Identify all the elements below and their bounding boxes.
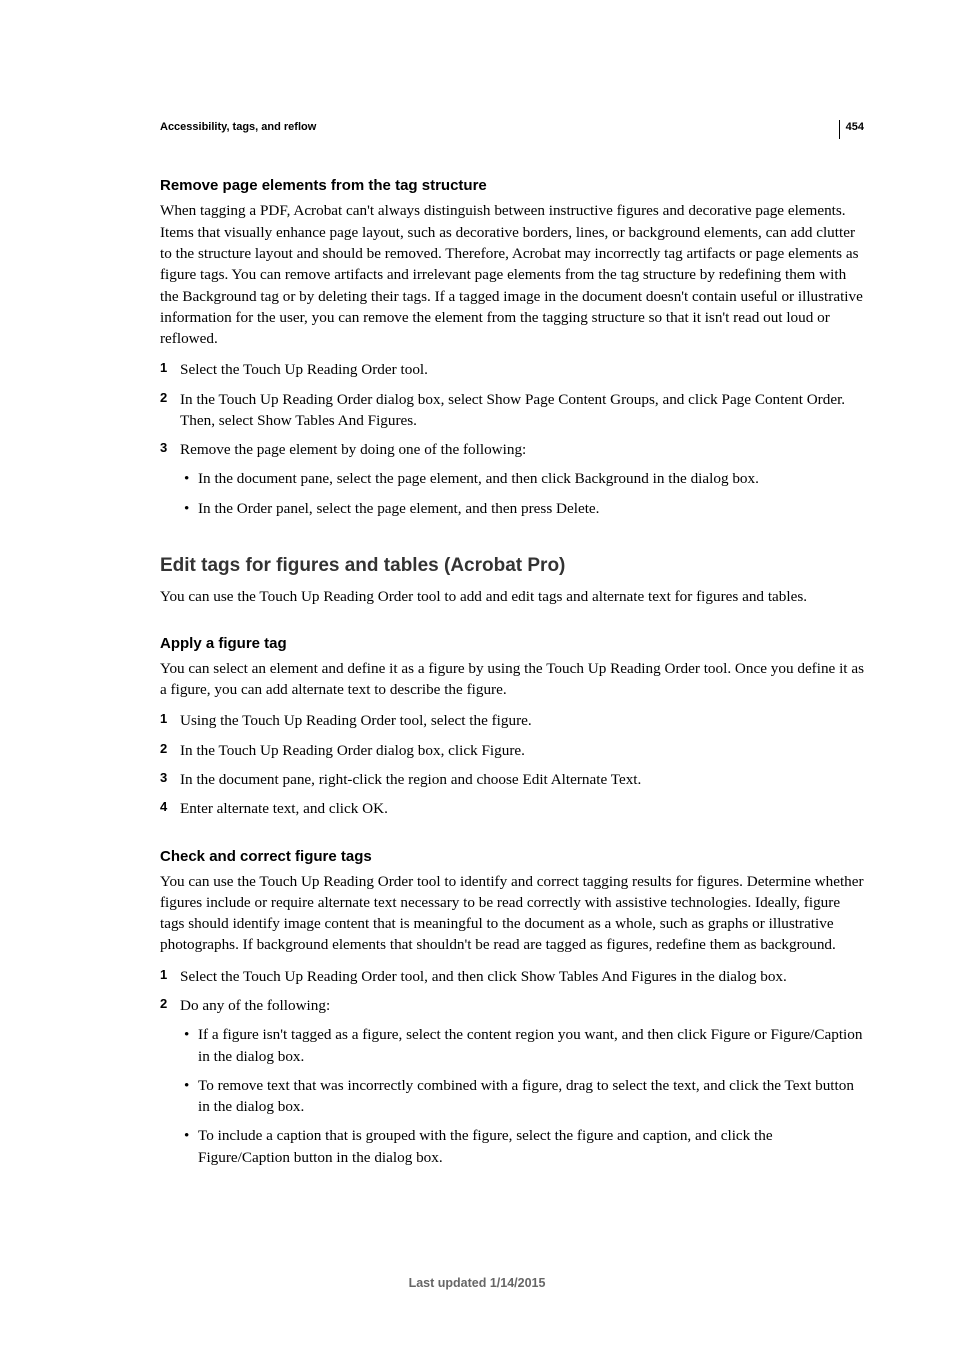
heading-check-figure: Check and correct figure tags	[160, 846, 864, 867]
step-number: 3	[160, 769, 167, 787]
step-text: Remove the page element by doing one of …	[180, 441, 526, 458]
page-container: 454 Accessibility, tags, and reflow Remo…	[0, 0, 954, 1350]
list-item: 2 Do any of the following: If a figure is…	[160, 995, 864, 1168]
sublist: If a figure isn't tagged as a figure, se…	[180, 1024, 864, 1168]
sub-text: In the Order panel, select the page elem…	[198, 500, 599, 517]
paragraph-edit-intro: You can use the Touch Up Reading Order t…	[160, 586, 864, 607]
heading-edit-tags: Edit tags for figures and tables (Acroba…	[160, 553, 864, 580]
list-item: 2 In the Touch Up Reading Order dialog bo…	[160, 389, 864, 432]
step-text: Select the Touch Up Reading Order tool.	[180, 361, 428, 378]
list-item: 4 Enter alternate text, and click OK.	[160, 798, 864, 819]
step-text: Using the Touch Up Reading Order tool, s…	[180, 712, 532, 729]
paragraph-check-intro: You can use the Touch Up Reading Order t…	[160, 871, 864, 956]
list-item: In the document pane, select the page el…	[180, 468, 864, 489]
list-item: To include a caption that is grouped wit…	[180, 1125, 864, 1168]
list-item: 3 In the document pane, right-click the r…	[160, 769, 864, 790]
paragraph-apply-intro: You can select an element and define it …	[160, 658, 864, 701]
step-number: 3	[160, 439, 167, 457]
step-text: In the Touch Up Reading Order dialog box…	[180, 391, 845, 429]
step-number: 2	[160, 740, 167, 758]
sub-text: In the document pane, select the page el…	[198, 470, 759, 487]
step-number: 1	[160, 359, 167, 377]
list-item: 3 Remove the page element by doing one of…	[160, 439, 864, 519]
heading-remove-elements: Remove page elements from the tag struct…	[160, 175, 864, 196]
step-text: Select the Touch Up Reading Order tool, …	[180, 968, 787, 985]
sub-text: If a figure isn't tagged as a figure, se…	[198, 1026, 862, 1064]
step-text: Do any of the following:	[180, 997, 330, 1014]
page-number: 454	[839, 120, 864, 139]
list-check-steps: 1 Select the Touch Up Reading Order tool,…	[160, 966, 864, 1168]
list-item: 1 Select the Touch Up Reading Order tool,…	[160, 966, 864, 987]
section-header: Accessibility, tags, and reflow	[160, 120, 864, 135]
list-remove-steps: 1 Select the Touch Up Reading Order tool.…	[160, 359, 864, 519]
list-item: 2 In the Touch Up Reading Order dialog bo…	[160, 740, 864, 761]
list-item: 1 Select the Touch Up Reading Order tool.	[160, 359, 864, 380]
list-item: In the Order panel, select the page elem…	[180, 498, 864, 519]
sub-text: To include a caption that is grouped wit…	[198, 1127, 773, 1165]
step-text: In the document pane, right-click the re…	[180, 771, 641, 788]
step-text: Enter alternate text, and click OK.	[180, 800, 388, 817]
footer-last-updated: Last updated 1/14/2015	[0, 1275, 954, 1293]
list-item: To remove text that was incorrectly comb…	[180, 1075, 864, 1118]
step-number: 1	[160, 710, 167, 728]
list-item: If a figure isn't tagged as a figure, se…	[180, 1024, 864, 1067]
list-item: 1 Using the Touch Up Reading Order tool, …	[160, 710, 864, 731]
paragraph-remove-intro: When tagging a PDF, Acrobat can't always…	[160, 200, 864, 349]
sublist: In the document pane, select the page el…	[180, 468, 864, 519]
step-text: In the Touch Up Reading Order dialog box…	[180, 742, 525, 759]
step-number: 1	[160, 966, 167, 984]
heading-apply-figure: Apply a figure tag	[160, 633, 864, 654]
step-number: 2	[160, 389, 167, 407]
step-number: 2	[160, 995, 167, 1013]
step-number: 4	[160, 798, 167, 816]
sub-text: To remove text that was incorrectly comb…	[198, 1077, 854, 1115]
list-apply-steps: 1 Using the Touch Up Reading Order tool, …	[160, 710, 864, 819]
